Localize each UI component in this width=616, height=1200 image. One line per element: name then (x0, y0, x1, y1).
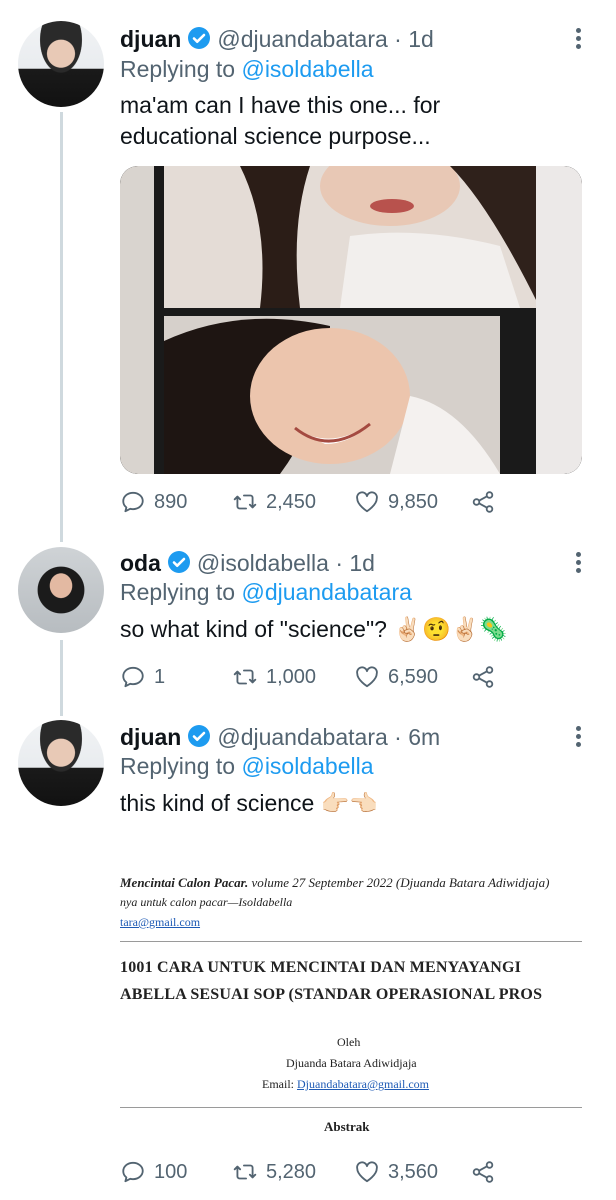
handle[interactable]: @djuandabatara (217, 26, 387, 52)
replying-to: Replying to @isoldabella (120, 56, 374, 83)
mention-link[interactable]: @isoldabella (241, 753, 373, 779)
verified-badge-icon (167, 550, 191, 580)
citation-title: Mencintai Calon Pacar. (120, 875, 249, 890)
document-divider (120, 1107, 582, 1108)
tweet-actions: 1 1,000 6,590 (120, 660, 590, 694)
email-label: Email: (262, 1077, 294, 1091)
tweet-actions: 890 2,450 9,850 (120, 485, 590, 519)
retweet-count: 1,000 (266, 665, 317, 688)
by-label: Oleh (337, 1035, 361, 1049)
tweet-text-line: ma'am can I have this one... for (120, 92, 441, 118)
tweet-text: so what kind of "science"? ✌🏻🤨✌🏻🦠 (120, 616, 508, 642)
citation-email[interactable]: tara@gmail.com (120, 915, 200, 930)
like-count: 6,590 (388, 665, 439, 688)
mention-link[interactable]: @isoldabella (241, 56, 373, 82)
display-name[interactable]: djuan (120, 724, 181, 750)
replying-prefix: Replying to (120, 56, 236, 82)
share-icon (472, 666, 494, 688)
reply-icon (122, 1161, 144, 1183)
mention-link[interactable]: @djuandabatara (241, 579, 411, 605)
tweet-text: this kind of science 👉🏻👈🏻 (120, 790, 378, 816)
tweet-header: oda @isoldabella · 1d (120, 550, 375, 580)
share-button[interactable] (470, 660, 496, 694)
like-count: 9,850 (388, 490, 439, 513)
display-name[interactable]: oda (120, 550, 161, 576)
reply-count: 100 (154, 1160, 188, 1183)
email-link[interactable]: Djuandabatara@gmail.com (297, 1077, 429, 1091)
citation-rest: volume 27 September 2022 (Djuanda Batara… (251, 875, 550, 890)
citation-line-2: nya untuk calon pacar—Isoldabella (120, 895, 293, 909)
document-divider (120, 941, 582, 942)
handle[interactable]: @djuandabatara (217, 724, 387, 750)
avatar-djuan[interactable] (18, 720, 104, 806)
share-button[interactable] (470, 485, 496, 519)
more-options-icon[interactable] (574, 552, 582, 576)
retweet-count: 2,450 (266, 490, 317, 513)
tweet-header: djuan @djuandabatara · 6m (120, 724, 440, 754)
retweet-button[interactable]: 2,450 (232, 485, 316, 519)
document-citation: Mencintai Calon Pacar. volume 27 Septemb… (120, 875, 549, 891)
retweet-button[interactable]: 1,000 (232, 660, 316, 694)
tweet-header: djuan @djuandabatara · 1d (120, 26, 434, 56)
author-email: Email: Djuandabatara@gmail.com (262, 1077, 429, 1092)
retweet-button[interactable]: 5,280 (232, 1155, 316, 1189)
share-button[interactable] (470, 1155, 496, 1189)
like-button[interactable]: 9,850 (354, 485, 438, 519)
share-icon (472, 491, 494, 513)
more-options-icon[interactable] (574, 726, 582, 750)
avatar-djuan[interactable] (18, 21, 104, 107)
timestamp[interactable]: · 1d (394, 26, 434, 52)
verified-badge-icon (187, 26, 211, 56)
tweet-2[interactable]: oda @isoldabella · 1d Replying to @djuand… (0, 540, 616, 715)
tweet-text: ma'am can I have this one... for educati… (120, 90, 590, 152)
replying-prefix: Replying to (120, 579, 236, 605)
reply-button[interactable]: 100 (120, 1155, 187, 1189)
author-name: Djuanda Batara Adiwidjaja (286, 1056, 417, 1070)
reply-button[interactable]: 1 (120, 660, 165, 694)
tweet-text-line: educational science purpose... (120, 123, 431, 149)
handle[interactable]: @isoldabella (197, 550, 329, 576)
abstract-heading: Abstrak (324, 1119, 370, 1134)
reply-icon (122, 666, 144, 688)
avatar-oda[interactable] (18, 547, 104, 633)
reply-count: 1 (154, 665, 166, 688)
document-title-line-2: ABELLA SESUAI SOP (STANDAR OPERASIONAL P… (120, 986, 543, 1003)
tweet-actions: 100 5,280 3,560 (120, 1155, 590, 1189)
timestamp[interactable]: · 1d (335, 550, 375, 576)
more-options-icon[interactable] (574, 28, 582, 52)
like-count: 3,560 (388, 1160, 439, 1183)
like-icon (356, 491, 378, 513)
tweet-photo[interactable] (120, 166, 582, 474)
document-title-line-1: 1001 CARA UNTUK MENCINTAI DAN MENYAYANGI (120, 959, 522, 976)
retweet-count: 5,280 (266, 1160, 317, 1183)
retweet-icon (233, 1164, 257, 1180)
reply-count: 890 (154, 490, 188, 513)
reply-icon (122, 491, 144, 513)
replying-to: Replying to @djuandabatara (120, 579, 412, 606)
retweet-icon (233, 494, 257, 510)
replying-to: Replying to @isoldabella (120, 753, 374, 780)
share-icon (472, 1161, 494, 1183)
retweet-icon (233, 669, 257, 685)
tweet-1[interactable]: djuan @djuandabatara · 1d Replying to @is… (0, 0, 616, 540)
reply-button[interactable]: 890 (120, 485, 187, 519)
like-icon (356, 666, 378, 688)
timestamp[interactable]: · 6m (394, 724, 440, 750)
replying-prefix: Replying to (120, 753, 236, 779)
attached-document[interactable]: Mencintai Calon Pacar. volume 27 Septemb… (0, 855, 616, 1145)
like-button[interactable]: 3,560 (354, 1155, 438, 1189)
like-button[interactable]: 6,590 (354, 660, 438, 694)
like-icon (356, 1161, 378, 1183)
display-name[interactable]: djuan (120, 26, 181, 52)
verified-badge-icon (187, 724, 211, 754)
photo-image (120, 166, 582, 474)
